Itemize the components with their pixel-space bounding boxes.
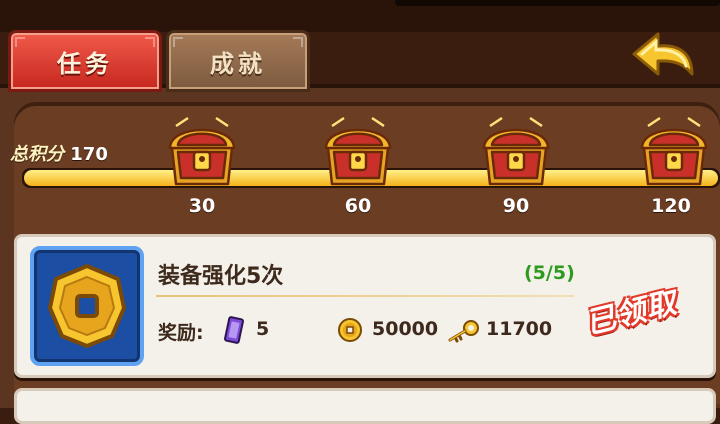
tab-achievements[interactable]: 成就 bbox=[166, 30, 310, 92]
top-strip bbox=[0, 0, 720, 32]
treasure-chest-icon[interactable] bbox=[634, 112, 714, 188]
top-bar bbox=[395, 0, 720, 6]
treasure-chest-icon[interactable] bbox=[476, 112, 556, 188]
treasure-chest-icon[interactable] bbox=[162, 112, 242, 188]
task-divider bbox=[156, 295, 574, 297]
gold-coin-icon bbox=[338, 318, 362, 342]
back-arrow-icon[interactable] bbox=[628, 30, 698, 82]
task-progress: (5/5) bbox=[524, 262, 575, 284]
milestone-label: 90 bbox=[502, 195, 530, 217]
tab-achievements-label: 成就 bbox=[210, 49, 266, 78]
tab-corner bbox=[15, 37, 25, 47]
tab-tasks-label: 任务 bbox=[57, 49, 113, 78]
task-card-next bbox=[14, 388, 716, 424]
total-score-label: 总积分 bbox=[10, 144, 64, 165]
tab-corner bbox=[293, 37, 303, 47]
milestone-label: 30 bbox=[188, 195, 216, 217]
reward-label: 奖励: bbox=[158, 322, 204, 344]
reward-value: 5 bbox=[256, 318, 270, 340]
reward-value: 11700 bbox=[486, 318, 553, 340]
gold-key-icon bbox=[448, 320, 479, 343]
total-score-value: 170 bbox=[70, 144, 108, 165]
task-title: 装备强化5次 bbox=[158, 264, 284, 289]
task-icon-box bbox=[30, 246, 144, 366]
total-score: 总积分 170 bbox=[10, 140, 108, 166]
tab-corner bbox=[173, 37, 183, 47]
gold-coin-icon bbox=[48, 264, 126, 348]
tab-tasks[interactable]: 任务 bbox=[8, 30, 162, 92]
milestone-label: 60 bbox=[344, 195, 372, 217]
treasure-chest-icon[interactable] bbox=[318, 112, 398, 188]
purple-card-icon bbox=[224, 316, 244, 344]
milestone-label: 120 bbox=[651, 195, 691, 217]
tab-corner bbox=[145, 37, 155, 47]
reward-value: 50000 bbox=[372, 318, 439, 340]
